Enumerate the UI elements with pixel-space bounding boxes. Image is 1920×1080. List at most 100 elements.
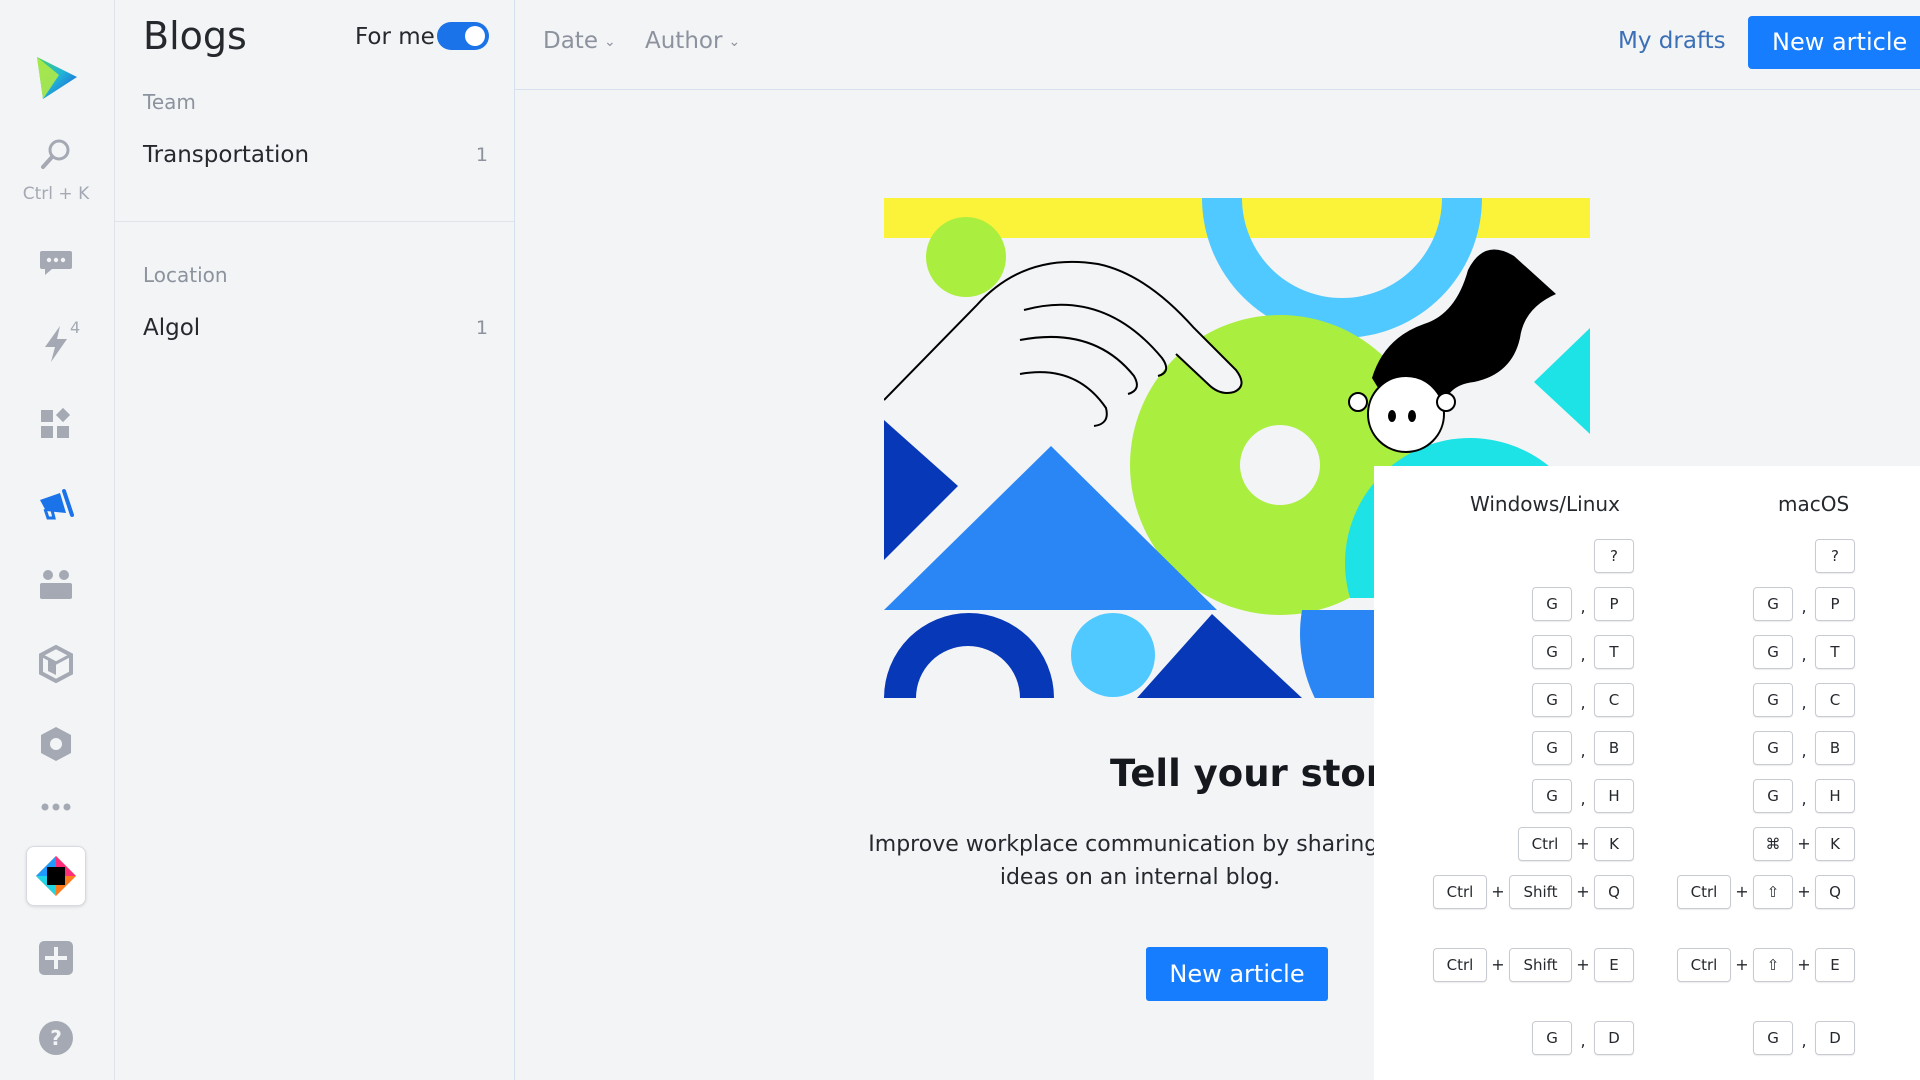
empty-state-title: Tell your story [1110,752,1409,795]
author-filter-label: Author [645,28,723,54]
shortcut-key: G [1532,683,1572,717]
shortcut-key: B [1594,731,1634,765]
shortcut-key: K [1815,827,1855,861]
section-label-team: Team [143,90,196,114]
shortcut-plus-separator: + [1576,834,1590,853]
new-article-button[interactable]: New article [1146,947,1328,1001]
date-filter[interactable]: Date ⌄ [543,28,616,54]
shortcut-key: G [1532,587,1572,621]
shortcut-key: ⌘ [1753,827,1793,861]
shortcut-plus-separator: + [1797,955,1811,974]
shortcut-key: Shift [1509,875,1572,909]
shortcut-key: G [1532,635,1572,669]
app-logo-icon[interactable] [28,50,84,106]
shortcut-key: G [1532,731,1572,765]
shortcut-sequence-separator: , [1580,645,1586,664]
chevron-down-icon: ⌄ [728,34,741,50]
shortcut-key: E [1594,948,1634,982]
team-icon[interactable] [30,558,82,610]
shortcut-key: Ctrl [1677,875,1731,909]
megaphone-icon[interactable] [30,478,82,530]
toolbox-app-icon[interactable] [26,846,86,906]
shortcut-plus-separator: + [1491,882,1505,901]
top-bar: Date ⌄ Author ⌄ My drafts New article [515,0,1920,90]
shortcut-key: G [1532,779,1572,813]
left-navigation-rail: Ctrl + K 4 ? [0,0,115,1080]
apps-icon[interactable] [30,398,82,450]
shortcut-key: T [1594,635,1634,669]
author-filter[interactable]: Author ⌄ [645,28,740,54]
shortcut-key: E [1815,948,1855,982]
settings-icon[interactable] [30,718,82,770]
shortcut-key: Ctrl [1677,948,1731,982]
shortcut-key: G [1753,635,1793,669]
shortcut-key: H [1815,779,1855,813]
new-article-button-top[interactable]: New article [1748,16,1920,69]
panel-item-algol[interactable]: Algol 1 [115,307,514,351]
shortcut-key: Ctrl [1433,948,1487,982]
shortcut-sequence-separator: , [1801,1031,1807,1050]
description-line-1: Improve workplace communication by shari… [868,832,1412,857]
chat-icon[interactable] [30,236,82,288]
shortcut-sequence-separator: , [1801,789,1807,808]
chevron-down-icon: ⌄ [603,34,616,50]
for-me-label: For me [355,24,435,50]
shortcut-key: D [1815,1021,1855,1055]
date-filter-label: Date [543,28,598,54]
shortcut-key: G [1753,731,1793,765]
panel-item-count: 1 [475,317,488,339]
shortcut-key: B [1815,731,1855,765]
shortcut-key: D [1594,1021,1634,1055]
panel-title: Blogs [143,14,247,58]
windows-column-heading: Windows/Linux [1470,492,1620,516]
shortcut-key: Q [1594,875,1634,909]
shortcut-key: G [1753,779,1793,813]
notifications-count: 4 [70,318,81,337]
shortcut-sequence-separator: , [1801,693,1807,712]
shortcut-plus-separator: + [1797,834,1811,853]
empty-state-description: Improve workplace communication by shari… [840,828,1440,894]
package-icon[interactable] [30,638,82,690]
shortcut-sequence-separator: , [1580,597,1586,616]
shortcut-key: G [1753,1021,1793,1055]
shortcut-plus-separator: + [1576,882,1590,901]
panel-item-count: 1 [475,144,488,166]
panel-divider [115,221,514,222]
panel-item-transportation[interactable]: Transportation 1 [115,134,514,178]
shortcut-key: P [1594,587,1634,621]
shortcut-key: C [1594,683,1634,717]
shortcut-key: G [1753,683,1793,717]
shortcut-plus-separator: + [1797,882,1811,901]
my-drafts-link[interactable]: My drafts [1618,28,1726,54]
panel-item-label: Transportation [143,142,310,168]
search-shortcut-hint: Ctrl + K [22,184,90,204]
shortcut-key: ? [1594,539,1634,573]
shortcut-sequence-separator: , [1580,741,1586,760]
shortcut-sequence-separator: , [1801,645,1807,664]
shortcut-plus-separator: + [1735,882,1749,901]
shortcut-key: ⇧ [1753,948,1793,982]
help-icon[interactable]: ? [30,1012,82,1064]
shortcut-key: P [1815,587,1855,621]
add-icon[interactable] [30,932,82,984]
keyboard-shortcuts-panel: Windows/Linux macOS ?? P, G P, G T, G T, G C, G C, G… [1374,466,1920,1080]
for-me-toggle[interactable] [437,22,489,50]
shortcut-key: G [1532,1021,1572,1055]
section-label-location: Location [143,263,228,287]
mac-column-heading: macOS [1778,492,1850,516]
description-line-2: ideas on an internal blog. [999,865,1281,890]
search-icon[interactable] [30,128,82,180]
toggle-knob [465,26,485,46]
shortcut-sequence-separator: , [1580,789,1586,808]
shortcut-key: ⇧ [1753,875,1793,909]
shortcut-plus-separator: + [1576,955,1590,974]
shortcut-key: ? [1815,539,1855,573]
shortcut-sequence-separator: , [1801,597,1807,616]
shortcut-key: Shift [1509,948,1572,982]
more-icon[interactable] [30,782,82,832]
shortcut-sequence-separator: , [1580,693,1586,712]
blogs-panel: Blogs For me Team Transportation 1 Locat… [115,0,515,1080]
shortcut-key: C [1815,683,1855,717]
shortcut-sequence-separator: , [1580,1031,1586,1050]
shortcut-plus-separator: + [1491,955,1505,974]
